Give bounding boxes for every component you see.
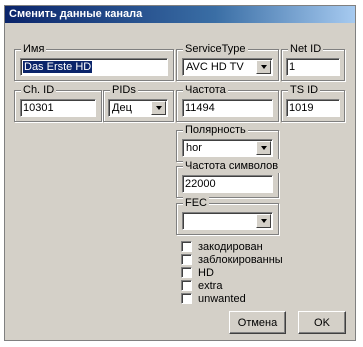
fec-select[interactable] [182, 212, 273, 230]
hd-checkbox[interactable]: HD [181, 266, 214, 279]
name-label: Имя [21, 42, 47, 56]
checkbox-box[interactable] [181, 241, 192, 252]
frequency-label: Частота [183, 83, 228, 97]
extra-label: extra [198, 279, 223, 292]
hd-label: HD [198, 266, 214, 279]
polarity-label: Полярность [183, 123, 248, 137]
unwanted-label: unwanted [198, 292, 246, 305]
pids-value: Дец [112, 102, 132, 114]
chevron-down-icon[interactable] [151, 101, 166, 115]
net-id-value: 1 [289, 61, 296, 73]
ts-id-label: TS ID [288, 83, 321, 97]
locked-checkbox[interactable]: заблокированны [181, 253, 283, 266]
polarity-value: hor [186, 142, 202, 154]
window-title: Сменить данные канала [5, 6, 355, 23]
pids-select[interactable]: Дец [108, 99, 168, 117]
ch-id-input[interactable]: 10301 [20, 99, 96, 117]
ts-id-input[interactable]: 1019 [286, 99, 340, 117]
polarity-select[interactable]: hor [182, 139, 273, 157]
frequency-input[interactable]: 11494 [182, 99, 273, 117]
symbol-rate-label: Частота символов [183, 159, 281, 173]
ok-button[interactable]: OK [298, 311, 346, 334]
checkbox-box[interactable] [181, 267, 192, 278]
locked-label: заблокированны [198, 253, 283, 266]
ch-id-label: Ch. ID [21, 83, 57, 97]
service-type-value: AVC HD TV [186, 61, 244, 73]
symbol-rate-input[interactable]: 22000 [182, 175, 273, 193]
cancel-button[interactable]: Отмена [229, 311, 286, 334]
checkbox-box[interactable] [181, 254, 192, 265]
symbol-rate-value: 22000 [185, 178, 216, 190]
name-value: Das Erste HD [23, 61, 93, 73]
pids-label: PIDs [110, 83, 138, 97]
checkbox-box[interactable] [181, 293, 192, 304]
chevron-down-icon[interactable] [256, 214, 271, 228]
encrypted-label: закодирован [198, 240, 263, 253]
net-id-input[interactable]: 1 [286, 58, 340, 76]
unwanted-checkbox[interactable]: unwanted [181, 292, 246, 305]
chevron-down-icon[interactable] [256, 141, 271, 155]
encrypted-checkbox[interactable]: закодирован [181, 240, 263, 253]
ts-id-value: 1019 [289, 102, 314, 114]
frequency-value: 11494 [185, 102, 215, 114]
extra-checkbox[interactable]: extra [181, 279, 222, 292]
service-type-select[interactable]: AVC HD TV [182, 58, 273, 76]
chevron-down-icon[interactable] [256, 60, 271, 74]
service-type-label: ServiceType [183, 42, 248, 56]
name-input[interactable]: Das Erste HD [20, 58, 168, 76]
checkbox-box[interactable] [181, 280, 192, 291]
fec-label: FEC [183, 196, 209, 210]
edit-channel-dialog: Сменить данные канала Имя Das Erste HD S… [4, 5, 356, 341]
net-id-label: Net ID [288, 42, 324, 56]
ch-id-value: 10301 [23, 102, 54, 114]
